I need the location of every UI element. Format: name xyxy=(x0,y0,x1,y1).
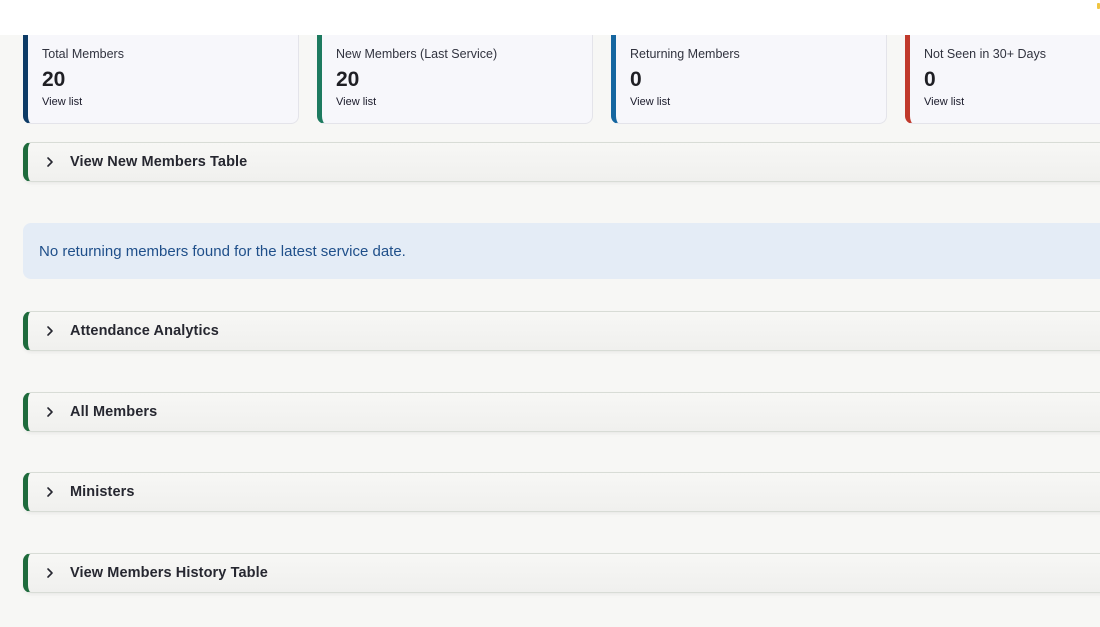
metric-value: 20 xyxy=(42,68,66,91)
expander-title: View Members History Table xyxy=(70,565,268,581)
metric-card-total-members: Total Members 20 View list xyxy=(23,35,299,124)
expander-title: Attendance Analytics xyxy=(70,323,219,339)
info-message: No returning members found for the lates… xyxy=(39,242,406,260)
metric-label: Not Seen in 30+ Days xyxy=(924,47,1046,61)
metric-value: 0 xyxy=(630,68,642,91)
chevron-right-icon xyxy=(47,157,53,167)
expander-title: View New Members Table xyxy=(70,154,248,170)
expander-members-history-table[interactable]: View Members History Table xyxy=(23,553,1100,593)
view-list-link[interactable]: View list xyxy=(42,96,298,108)
expander-title: All Members xyxy=(70,404,158,420)
metric-label: New Members (Last Service) xyxy=(336,47,498,61)
chevron-right-icon xyxy=(47,407,53,417)
metric-card-returning-members: Returning Members 0 View list xyxy=(611,35,887,124)
view-list-link[interactable]: View list xyxy=(336,96,592,108)
info-alert: No returning members found for the lates… xyxy=(23,223,1100,279)
expander-all-members[interactable]: All Members xyxy=(23,392,1100,432)
chevron-right-icon xyxy=(47,487,53,497)
expander-title: Ministers xyxy=(70,484,135,500)
chevron-right-icon xyxy=(47,568,53,578)
metric-value: 20 xyxy=(336,68,360,91)
metric-card-new-members: New Members (Last Service) 20 View list xyxy=(317,35,593,124)
metric-label: Total Members xyxy=(42,47,124,61)
expander-attendance-analytics[interactable]: Attendance Analytics xyxy=(23,311,1100,351)
chevron-right-icon xyxy=(47,326,53,336)
expander-new-members-table[interactable]: View New Members Table xyxy=(23,142,1100,182)
view-list-link[interactable]: View list xyxy=(630,96,886,108)
metrics-row: Total Members 20 View list New Members (… xyxy=(23,35,1100,126)
metric-value: 0 xyxy=(924,68,936,91)
top-header-bar xyxy=(0,0,1100,35)
metric-label: Returning Members xyxy=(630,47,740,61)
view-list-link[interactable]: View list xyxy=(924,96,1100,108)
metric-card-not-seen: Not Seen in 30+ Days 0 View list xyxy=(905,35,1100,124)
expander-ministers[interactable]: Ministers xyxy=(23,472,1100,512)
